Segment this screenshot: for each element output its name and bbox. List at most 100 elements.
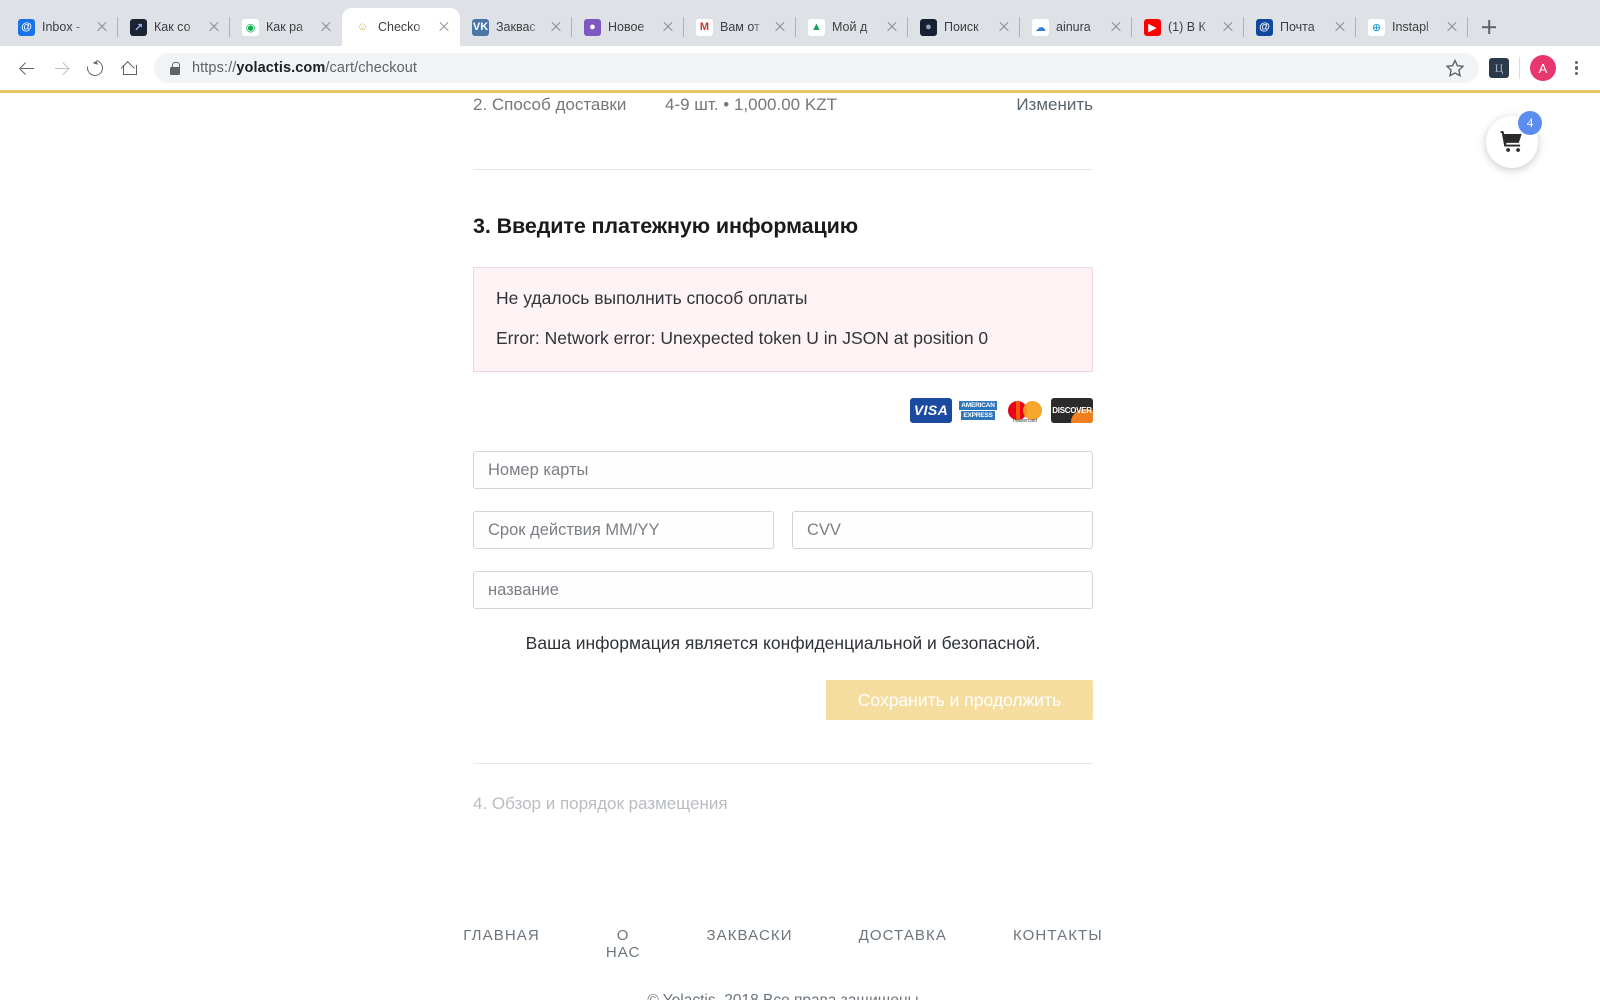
url-domain: yolactis.com — [236, 60, 326, 76]
tab-title: Как ра — [266, 19, 304, 34]
gmail-inbox-icon: @ — [18, 18, 35, 36]
tab-close-icon[interactable] — [548, 19, 564, 35]
green-circle-icon: ◉ — [242, 18, 259, 36]
section-divider-bottom — [473, 763, 1093, 764]
review-step-label[interactable]: 4. Обзор и порядок размещения — [473, 794, 1093, 814]
amex-line2: EXPRESS — [961, 410, 995, 420]
tab-title: Новое — [608, 19, 645, 34]
expiry-cvv-row — [473, 511, 1093, 549]
footer-nav: ГЛАВНАЯ О НАС ЗАКВАСКИ ДОСТАВКА КОНТАКТЫ — [463, 927, 1101, 961]
shipping-step-label: 2. Способ доставки — [473, 95, 627, 114]
visa-logo-icon: VISA — [910, 397, 952, 423]
bookmark-star-icon[interactable] — [1445, 58, 1465, 78]
page-content: 4 2. Способ доставки 4-9 шт. • 1,000.00 … — [0, 93, 1600, 1000]
tab-close-icon[interactable] — [1220, 19, 1236, 35]
browser-tab[interactable]: ● Новое — [572, 8, 684, 46]
copyright-text: © Yolactis. 2018 Все права защищены — [473, 992, 1093, 1000]
browser-tab[interactable]: M Вам от — [684, 8, 796, 46]
browser-tab[interactable]: ☁ ainura — [1020, 8, 1132, 46]
forward-arrow-icon — [54, 61, 69, 76]
payment-section-title: 3. Введите платежную информацию — [473, 214, 858, 238]
new-tab-button[interactable] — [1474, 12, 1504, 42]
accepted-cards: VISA AMERICAN EXPRESS mastercard DISCOVE… — [473, 394, 1093, 426]
reload-button[interactable] — [80, 53, 110, 83]
tab-close-icon[interactable] — [94, 19, 110, 35]
page-viewport: 4 2. Способ доставки 4-9 шт. • 1,000.00 … — [0, 90, 1600, 1000]
shipping-step-value: 4-9 шт. • 1,000.00 KZT — [665, 95, 837, 114]
browser-window: @ Inbox - ↗ Как со ◉ Как ра ☺ Checko VK Заквас ● Но… — [0, 0, 1600, 1000]
discover-wordmark: DISCOVER — [1052, 405, 1092, 415]
tab-close-icon[interactable] — [318, 19, 334, 35]
address-bar[interactable]: https://yolactis.com/cart/checkout — [154, 53, 1479, 83]
purple-monster-icon: ● — [584, 18, 601, 36]
tab-title: (1) В К — [1168, 19, 1206, 34]
security-note: Ваша информация является конфиденциально… — [525, 633, 1041, 653]
footer-nav-link[interactable]: О НАС — [573, 927, 674, 961]
home-button[interactable] — [114, 53, 144, 83]
browser-menu-icon[interactable] — [1564, 56, 1588, 80]
avatar[interactable]: A — [1530, 55, 1556, 81]
tab-close-icon[interactable] — [772, 19, 788, 35]
footer-nav-link[interactable]: КОНТАКТЫ — [980, 927, 1136, 961]
tab-title: Inbox - — [42, 19, 81, 34]
dark-face-icon: ● — [920, 18, 937, 36]
browser-tab[interactable]: ▲ Мой д — [796, 8, 908, 46]
tab-close-icon[interactable] — [1444, 19, 1460, 35]
cart-count-badge: 4 — [1518, 111, 1542, 135]
yolactis-icon: ☺ — [354, 18, 371, 36]
mastercard-wordmark: mastercard — [1012, 417, 1037, 424]
tab-close-icon[interactable] — [660, 19, 676, 35]
extension-icon[interactable]: Ц — [1489, 58, 1509, 78]
browser-tab[interactable]: ◉ Как ра — [230, 8, 342, 46]
footer-nav-link[interactable]: ДОСТАВКА — [826, 927, 980, 961]
tab-close-icon[interactable] — [206, 19, 222, 35]
amex-line1: AMERICAN — [959, 400, 997, 410]
gmail-icon: M — [696, 18, 713, 36]
browser-tab[interactable]: @ Почта — [1244, 8, 1356, 46]
tab-title: Как со — [154, 19, 191, 34]
tab-close-icon[interactable] — [996, 19, 1012, 35]
tab-title: Почта — [1280, 19, 1315, 34]
forward-button[interactable] — [46, 53, 76, 83]
cart-icon — [1500, 131, 1522, 152]
save-and-continue-button[interactable]: Сохранить и продолжить — [826, 680, 1093, 720]
browser-tab[interactable]: @ Inbox - — [6, 8, 118, 46]
payment-error-title: Не удалось выполнить способ оплаты — [496, 288, 808, 308]
tab-close-icon[interactable] — [884, 19, 900, 35]
tab-strip: @ Inbox - ↗ Как со ◉ Как ра ☺ Checko VK Заквас ● Но… — [0, 0, 1600, 46]
toolbar-divider — [1519, 57, 1520, 79]
tab-close-icon[interactable] — [1108, 19, 1124, 35]
payment-error-alert: Не удалось выполнить способ оплаты Error… — [473, 267, 1093, 372]
dark-chart-icon: ↗ — [130, 18, 147, 36]
amex-logo-icon: AMERICAN EXPRESS — [957, 397, 999, 423]
back-button[interactable] — [12, 53, 42, 83]
url-path: /cart/checkout — [325, 60, 418, 76]
card-expiry-input[interactable] — [473, 511, 774, 549]
lock-icon — [170, 61, 180, 75]
card-name-row — [473, 571, 1093, 609]
page-footer: ГЛАВНАЯО НАСЗАКВАСКИДОСТАВКАКОНТАКТЫ © Y… — [463, 927, 1101, 1000]
tab-close-icon[interactable] — [436, 19, 452, 35]
tab-close-icon[interactable] — [1332, 19, 1348, 35]
browser-tab[interactable]: ● Поиск — [908, 8, 1020, 46]
tab-title: Мой д — [832, 19, 868, 34]
browser-tab[interactable]: ⊕ Instapl — [1356, 8, 1468, 46]
cart-button[interactable]: 4 — [1486, 111, 1542, 168]
card-number-input[interactable] — [473, 451, 1093, 489]
card-name-input[interactable] — [473, 571, 1093, 609]
section-divider-top — [473, 169, 1093, 170]
shipping-change-link[interactable]: Изменить — [1016, 95, 1093, 115]
checkout-content: 2. Способ доставки 4-9 шт. • 1,000.00 KZ… — [463, 93, 1101, 1000]
tab-title: Заквас — [496, 19, 536, 34]
browser-tab[interactable]: ☺ Checko — [342, 8, 460, 46]
vk-icon: VK — [472, 18, 489, 36]
footer-nav-link[interactable]: ЗАКВАСКИ — [673, 927, 825, 961]
browser-tab[interactable]: ▶ (1) В К — [1132, 8, 1244, 46]
browser-toolbar: https://yolactis.com/cart/checkout Ц A — [0, 46, 1600, 90]
browser-tab[interactable]: VK Заквас — [460, 8, 572, 46]
card-cvv-input[interactable] — [792, 511, 1093, 549]
browser-tab[interactable]: ↗ Как со — [118, 8, 230, 46]
footer-nav-link[interactable]: ГЛАВНАЯ — [430, 927, 573, 961]
payment-error-message: Error: Network error: Unexpected token U… — [496, 328, 989, 348]
discover-logo-icon: DISCOVER — [1051, 397, 1093, 423]
